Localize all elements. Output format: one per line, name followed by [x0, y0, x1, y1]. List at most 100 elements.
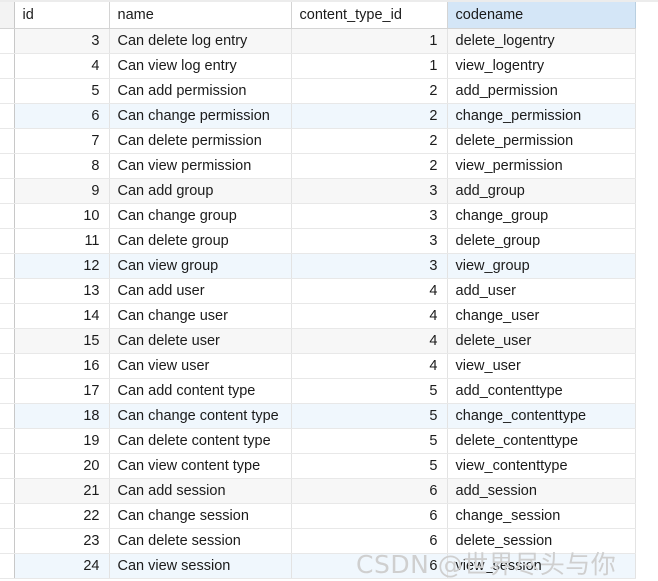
cell-id[interactable]: 10	[14, 203, 110, 229]
cell-id[interactable]: 6	[14, 103, 110, 129]
cell-content-type-id[interactable]: 5	[291, 403, 448, 429]
table-row[interactable]: 14 Can change user 4 change_user	[0, 303, 636, 329]
cell-content-type-id[interactable]: 3	[291, 228, 448, 254]
cell-name[interactable]: Can delete session	[109, 528, 292, 554]
cell-codename[interactable]: change_user	[447, 303, 636, 329]
cell-content-type-id[interactable]: 5	[291, 378, 448, 404]
cell-id[interactable]: 22	[14, 503, 110, 529]
cell-name[interactable]: Can add content type	[109, 378, 292, 404]
row-selector-cell[interactable]	[0, 253, 15, 279]
cell-content-type-id[interactable]: 6	[291, 478, 448, 504]
cell-content-type-id[interactable]: 2	[291, 103, 448, 129]
row-selector-cell[interactable]	[0, 228, 15, 254]
cell-name[interactable]: Can view permission	[109, 153, 292, 179]
cell-content-type-id[interactable]: 3	[291, 203, 448, 229]
cell-codename[interactable]: add_session	[447, 478, 636, 504]
cell-content-type-id[interactable]: 4	[291, 303, 448, 329]
table-row[interactable]: 23 Can delete session 6 delete_session	[0, 528, 636, 554]
row-selector-cell[interactable]	[0, 503, 15, 529]
cell-codename[interactable]: add_user	[447, 278, 636, 304]
column-header-name[interactable]: name	[109, 2, 292, 29]
cell-content-type-id[interactable]: 6	[291, 503, 448, 529]
row-selector-cell[interactable]	[0, 478, 15, 504]
row-selector-cell[interactable]	[0, 553, 15, 579]
cell-id[interactable]: 21	[14, 478, 110, 504]
cell-codename[interactable]: view_user	[447, 353, 636, 379]
cell-content-type-id[interactable]: 5	[291, 428, 448, 454]
table-row[interactable]: 3 Can delete log entry 1 delete_logentry	[0, 28, 636, 54]
row-selector-cell[interactable]	[0, 353, 15, 379]
row-selector-cell[interactable]	[0, 28, 15, 54]
cell-name[interactable]: Can add user	[109, 278, 292, 304]
table-row[interactable]: 11 Can delete group 3 delete_group	[0, 228, 636, 254]
row-selector-cell[interactable]	[0, 403, 15, 429]
cell-id[interactable]: 16	[14, 353, 110, 379]
row-selector-cell[interactable]	[0, 178, 15, 204]
cell-codename[interactable]: add_group	[447, 178, 636, 204]
cell-content-type-id[interactable]: 2	[291, 128, 448, 154]
row-selector-cell[interactable]	[0, 103, 15, 129]
row-selector-cell[interactable]	[0, 453, 15, 479]
table-row[interactable]: 16 Can view user 4 view_user	[0, 353, 636, 379]
row-selector-cell[interactable]	[0, 528, 15, 554]
cell-name[interactable]: Can view session	[109, 553, 292, 579]
cell-content-type-id[interactable]: 3	[291, 178, 448, 204]
cell-name[interactable]: Can view group	[109, 253, 292, 279]
table-row[interactable]: 4 Can view log entry 1 view_logentry	[0, 53, 636, 79]
cell-name[interactable]: Can change content type	[109, 403, 292, 429]
table-row[interactable]: 20 Can view content type 5 view_contenttype	[0, 453, 636, 479]
cell-codename[interactable]: view_logentry	[447, 53, 636, 79]
cell-id[interactable]: 3	[14, 28, 110, 54]
cell-content-type-id[interactable]: 2	[291, 78, 448, 104]
row-selector-cell[interactable]	[0, 78, 15, 104]
cell-name[interactable]: Can add permission	[109, 78, 292, 104]
row-selector-cell[interactable]	[0, 53, 15, 79]
table-row[interactable]: 7 Can delete permission 2 delete_permission	[0, 128, 636, 154]
cell-name[interactable]: Can change group	[109, 203, 292, 229]
cell-id[interactable]: 7	[14, 128, 110, 154]
cell-id[interactable]: 4	[14, 53, 110, 79]
cell-id[interactable]: 13	[14, 278, 110, 304]
cell-name[interactable]: Can view content type	[109, 453, 292, 479]
cell-codename[interactable]: delete_group	[447, 228, 636, 254]
cell-content-type-id[interactable]: 1	[291, 28, 448, 54]
cell-content-type-id[interactable]: 6	[291, 553, 448, 579]
table-row[interactable]: 21 Can add session 6 add_session	[0, 478, 636, 504]
table-row[interactable]: 13 Can add user 4 add_user	[0, 278, 636, 304]
cell-name[interactable]: Can delete content type	[109, 428, 292, 454]
cell-id[interactable]: 20	[14, 453, 110, 479]
column-header-id[interactable]: id	[14, 2, 110, 29]
cell-content-type-id[interactable]: 4	[291, 353, 448, 379]
row-selector-cell[interactable]	[0, 278, 15, 304]
cell-name[interactable]: Can add session	[109, 478, 292, 504]
table-row[interactable]: 10 Can change group 3 change_group	[0, 203, 636, 229]
cell-content-type-id[interactable]: 4	[291, 328, 448, 354]
cell-name[interactable]: Can add group	[109, 178, 292, 204]
cell-id[interactable]: 24	[14, 553, 110, 579]
cell-id[interactable]: 11	[14, 228, 110, 254]
table-row[interactable]: 9 Can add group 3 add_group	[0, 178, 636, 204]
table-row[interactable]: 19 Can delete content type 5 delete_content…	[0, 428, 636, 454]
cell-id[interactable]: 15	[14, 328, 110, 354]
cell-id[interactable]: 9	[14, 178, 110, 204]
cell-codename[interactable]: change_session	[447, 503, 636, 529]
cell-codename[interactable]: delete_logentry	[447, 28, 636, 54]
cell-id[interactable]: 17	[14, 378, 110, 404]
cell-content-type-id[interactable]: 2	[291, 153, 448, 179]
cell-id[interactable]: 8	[14, 153, 110, 179]
cell-codename[interactable]: add_contenttype	[447, 378, 636, 404]
row-selector-cell[interactable]	[0, 328, 15, 354]
cell-content-type-id[interactable]: 6	[291, 528, 448, 554]
cell-id[interactable]: 14	[14, 303, 110, 329]
table-row[interactable]: 6 Can change permission 2 change_permission	[0, 103, 636, 129]
cell-codename[interactable]: delete_contenttype	[447, 428, 636, 454]
table-row[interactable]: 5 Can add permission 2 add_permission	[0, 78, 636, 104]
cell-name[interactable]: Can change session	[109, 503, 292, 529]
cell-name[interactable]: Can change permission	[109, 103, 292, 129]
cell-codename[interactable]: change_group	[447, 203, 636, 229]
row-selector-cell[interactable]	[0, 203, 15, 229]
table-row[interactable]: 22 Can change session 6 change_session	[0, 503, 636, 529]
cell-codename[interactable]: add_permission	[447, 78, 636, 104]
cell-codename[interactable]: delete_session	[447, 528, 636, 554]
cell-content-type-id[interactable]: 1	[291, 53, 448, 79]
